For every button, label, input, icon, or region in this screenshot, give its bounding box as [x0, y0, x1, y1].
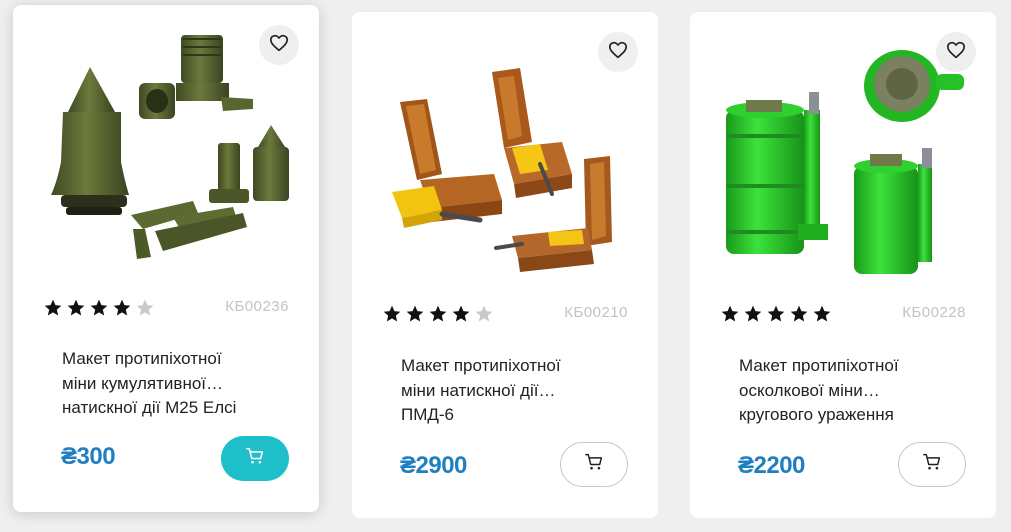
- add-to-cart-button[interactable]: [221, 436, 289, 481]
- product-card[interactable]: КБ00210 Макет протипіхотної міни натискн…: [352, 12, 658, 518]
- product-price: ₴300: [61, 443, 116, 470]
- star-filled-icon: [813, 305, 831, 322]
- star-filled-icon: [44, 299, 62, 316]
- product-card[interactable]: КБ00236 Макет протипіхотної міни кумулят…: [13, 5, 319, 512]
- product-code: КБ00210: [564, 304, 628, 321]
- product-image[interactable]: [710, 24, 976, 274]
- add-to-cart-button[interactable]: [898, 442, 966, 487]
- favorite-button[interactable]: [259, 25, 299, 65]
- product-card[interactable]: КБ00228 Макет протипіхотної осколкової м…: [690, 12, 996, 518]
- favorite-button[interactable]: [598, 32, 638, 72]
- star-empty-icon: [136, 299, 154, 316]
- star-filled-icon: [383, 305, 401, 322]
- heart-icon: [608, 41, 628, 64]
- product-image[interactable]: [33, 17, 299, 267]
- star-filled-icon: [90, 299, 108, 316]
- favorite-button[interactable]: [936, 32, 976, 72]
- product-price: ₴2900: [400, 452, 467, 479]
- add-to-cart-button[interactable]: [560, 442, 628, 487]
- heart-icon: [269, 34, 289, 57]
- product-title[interactable]: Макет протипіхотної міни натискної дії… …: [401, 354, 621, 428]
- star-filled-icon: [406, 305, 424, 322]
- star-filled-icon: [767, 305, 785, 322]
- star-filled-icon: [67, 299, 85, 316]
- star-filled-icon: [790, 305, 808, 322]
- product-image[interactable]: [372, 24, 638, 274]
- star-filled-icon: [452, 305, 470, 322]
- cart-icon: [584, 453, 604, 476]
- product-title[interactable]: Макет протипіхотної міни кумулятивної… н…: [62, 347, 282, 421]
- product-code: КБ00228: [902, 304, 966, 321]
- cart-icon: [922, 453, 942, 476]
- product-title[interactable]: Макет протипіхотної осколкової міни… кру…: [739, 354, 959, 428]
- star-filled-icon: [429, 305, 447, 322]
- heart-icon: [946, 41, 966, 64]
- product-code: КБ00236: [225, 298, 289, 315]
- rating: [43, 298, 155, 318]
- star-filled-icon: [113, 299, 131, 316]
- star-empty-icon: [475, 305, 493, 322]
- cart-icon: [245, 447, 265, 470]
- star-filled-icon: [721, 305, 739, 322]
- rating: [720, 304, 832, 324]
- rating: [382, 304, 494, 324]
- product-price: ₴2200: [738, 452, 805, 479]
- star-filled-icon: [744, 305, 762, 322]
